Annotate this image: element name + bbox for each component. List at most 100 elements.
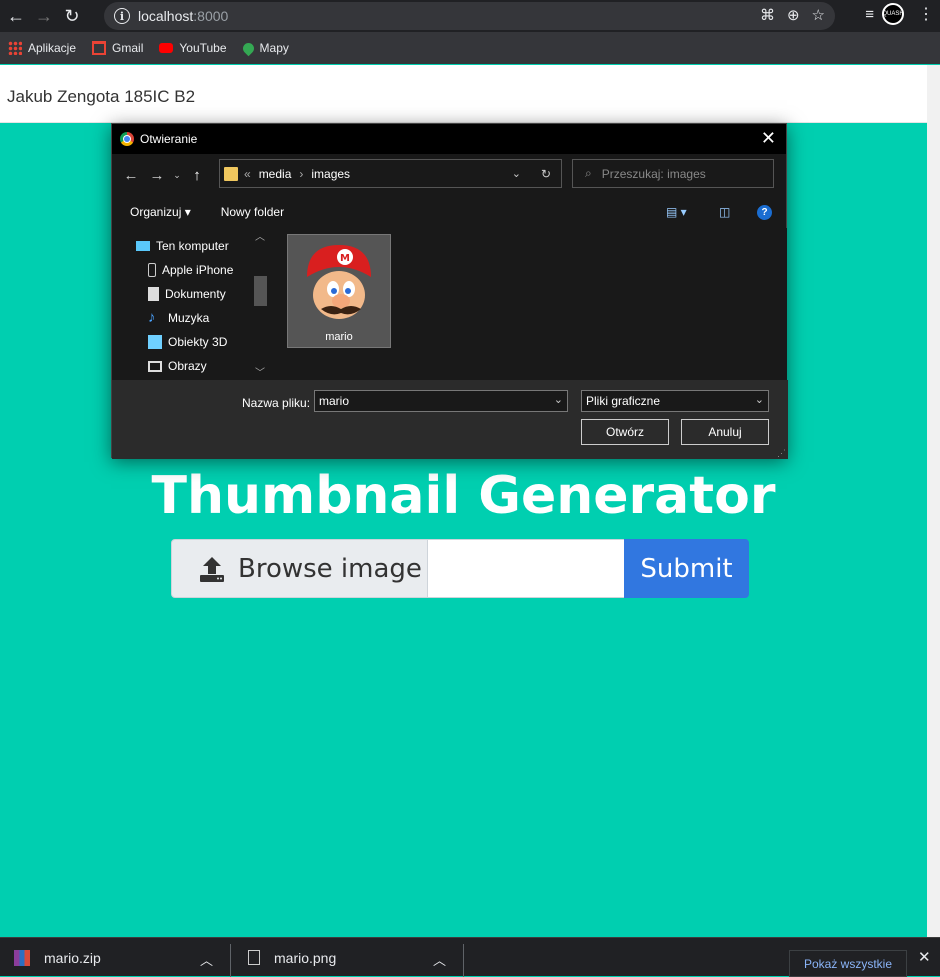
- apps-grid-icon: [8, 41, 22, 55]
- help-icon[interactable]: ?: [757, 204, 772, 220]
- filetype-select[interactable]: Pliki graficzne ⌄: [581, 390, 769, 412]
- tree-item-documents[interactable]: Dokumenty: [112, 282, 270, 306]
- url-text: localhost:8000: [138, 8, 229, 24]
- forward-icon[interactable]: →: [30, 2, 58, 30]
- bookmark-label: Gmail: [112, 41, 144, 55]
- file-list: M mario: [271, 228, 787, 380]
- page-header: Jakub Zengota 185IC B2: [0, 65, 927, 123]
- document-icon: [148, 287, 159, 301]
- organize-button[interactable]: Organizuj ▾: [130, 205, 191, 219]
- refresh-icon[interactable]: ↻: [541, 167, 551, 181]
- bookmark-label: Mapy: [259, 41, 289, 55]
- menu-icon[interactable]: ⋮: [918, 4, 934, 24]
- scroll-up-icon[interactable]: ︿: [255, 228, 265, 243]
- dialog-titlebar: Otwieranie ✕: [112, 124, 786, 154]
- svg-text:M: M: [340, 253, 350, 264]
- browser-toolbar: ← → ↻ i localhost:8000 ⌘ ⊕ ☆ ≡ QUASH ⋮: [0, 0, 940, 32]
- bookmark-apps[interactable]: Aplikacje: [8, 41, 76, 55]
- downloads-bar: mario.zip ︿ mario.png ︿ Pokaż wszystkie …: [0, 937, 940, 977]
- page-scrollbar[interactable]: [927, 65, 940, 938]
- tree-scrollbar[interactable]: ︿ ﹀: [252, 228, 269, 380]
- browse-image-button[interactable]: Browse image: [171, 539, 428, 598]
- dialog-toolbar: Organizuj ▾ Nowy folder ▤ ▾ ◫ ?: [112, 196, 788, 228]
- search-placeholder: Przeszukaj: images: [601, 166, 706, 181]
- archive-icon: [14, 949, 30, 966]
- breadcrumb-images[interactable]: images: [311, 167, 350, 181]
- back-icon[interactable]: ←: [2, 2, 30, 30]
- bookmark-label: YouTube: [179, 41, 227, 55]
- image-file-icon: [248, 950, 260, 965]
- scroll-down-icon[interactable]: ﹀: [255, 364, 265, 379]
- media-control-icon[interactable]: ≡: [865, 6, 874, 23]
- tree-item-3d-objects[interactable]: Obiekty 3D: [112, 330, 270, 354]
- recent-dropdown-icon[interactable]: ⌄: [170, 170, 184, 181]
- open-button[interactable]: Otwórz: [581, 419, 669, 445]
- divider: [230, 944, 231, 977]
- phone-icon: [148, 263, 156, 277]
- chrome-icon: [120, 132, 134, 146]
- forward-icon[interactable]: →: [144, 167, 170, 184]
- tree-item-this-pc[interactable]: Ten komputer: [112, 234, 270, 258]
- show-all-button[interactable]: Pokaż wszystkie: [789, 950, 907, 977]
- translate-icon[interactable]: ⌘: [760, 6, 775, 24]
- download-item[interactable]: mario.zip: [14, 938, 101, 977]
- breadcrumb-chevron-icon: ›: [299, 166, 304, 181]
- close-icon[interactable]: ✕: [918, 948, 931, 966]
- cube-icon: [148, 335, 162, 349]
- chevron-down-icon[interactable]: ⌄: [554, 393, 563, 406]
- dialog-search-input[interactable]: ⌕ Przeszukaj: images: [572, 159, 774, 188]
- search-icon: ⌕: [585, 166, 592, 180]
- file-tile-label: mario: [325, 331, 353, 343]
- tree-item-iphone[interactable]: Apple iPhone: [112, 258, 270, 282]
- bookmark-star-icon[interactable]: ☆: [812, 6, 825, 24]
- dialog-address-row: ← → ⌄ ↑ « media › images ⌄ ↻ ⌕ Przeszuka…: [112, 154, 788, 196]
- file-name-field[interactable]: [428, 539, 624, 598]
- reload-icon[interactable]: ↻: [58, 2, 86, 30]
- upload-icon: [200, 556, 224, 582]
- bookmark-youtube[interactable]: YouTube: [159, 41, 227, 55]
- breadcrumb-media[interactable]: media: [259, 167, 292, 181]
- cancel-button[interactable]: Anuluj: [681, 419, 769, 445]
- bookmark-label: Aplikacje: [28, 41, 77, 55]
- scrollbar-thumb[interactable]: [254, 276, 267, 306]
- maps-icon: [240, 40, 256, 56]
- filename-label: Nazwa pliku:: [242, 396, 311, 410]
- new-folder-button[interactable]: Nowy folder: [221, 205, 284, 219]
- file-tile-mario[interactable]: M mario: [287, 234, 391, 348]
- bookmark-maps[interactable]: Mapy: [240, 40, 289, 56]
- address-bar[interactable]: i localhost:8000 ⌘ ⊕ ☆: [104, 2, 835, 30]
- page-title: Thumbnail Generator: [151, 466, 776, 526]
- back-icon[interactable]: ←: [118, 167, 144, 184]
- music-note-icon: ♪: [148, 309, 156, 326]
- site-info-icon[interactable]: i: [114, 8, 130, 24]
- gmail-icon: [92, 41, 107, 55]
- up-folder-icon[interactable]: ↑: [184, 167, 210, 184]
- view-icon[interactable]: ▤ ▾: [666, 205, 687, 219]
- close-icon[interactable]: ✕: [761, 128, 776, 149]
- file-open-dialog: Otwieranie ✕ ← → ⌄ ↑ « media › images ⌄ …: [111, 123, 788, 459]
- path-breadcrumb[interactable]: « media › images ⌄ ↻: [219, 159, 562, 188]
- dialog-footer: Nazwa pliku: mario ⌄ Pliki graficzne ⌄ O…: [112, 380, 788, 459]
- zoom-icon[interactable]: ⊕: [787, 6, 800, 24]
- chevron-down-icon[interactable]: ⌄: [755, 393, 764, 406]
- path-prefix: «: [244, 166, 251, 181]
- mario-thumbnail-image: M: [293, 237, 385, 329]
- chevron-up-icon[interactable]: ︿: [200, 950, 213, 969]
- divider: [463, 944, 464, 977]
- bookmark-gmail[interactable]: Gmail: [92, 41, 143, 55]
- filename-input[interactable]: mario ⌄: [314, 390, 568, 412]
- path-dropdown-icon[interactable]: ⌄: [512, 167, 521, 180]
- navigation-tree: Ten komputer Apple iPhone Dokumenty ♪ Mu…: [112, 228, 270, 380]
- resize-grip-icon[interactable]: ⋰: [777, 448, 786, 459]
- avatar[interactable]: QUASH: [882, 3, 904, 25]
- pictures-icon: [148, 360, 162, 372]
- submit-button[interactable]: Submit: [624, 539, 749, 598]
- preview-pane-icon[interactable]: ◫: [719, 205, 730, 219]
- author-text: Jakub Zengota 185IC B2: [7, 87, 196, 106]
- tree-item-music[interactable]: ♪ Muzyka: [112, 306, 270, 330]
- folder-icon: [224, 166, 238, 181]
- chevron-up-icon[interactable]: ︿: [433, 950, 446, 969]
- download-item[interactable]: mario.png: [248, 938, 336, 977]
- browse-label: Browse image: [238, 553, 422, 584]
- tree-item-pictures[interactable]: Obrazy: [112, 354, 270, 378]
